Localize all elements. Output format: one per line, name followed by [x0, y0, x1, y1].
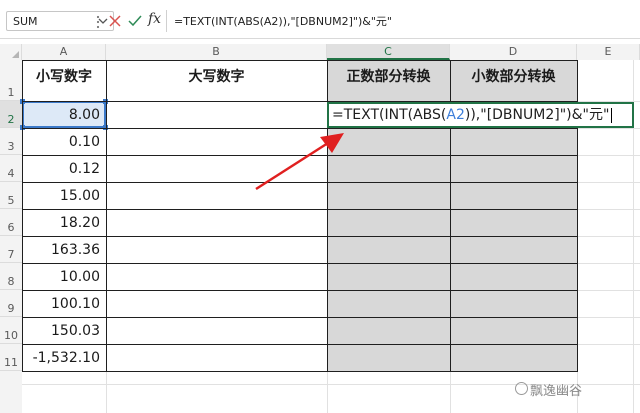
cell-a6[interactable]: 18.20 [22, 215, 106, 231]
check-icon[interactable] [127, 14, 143, 28]
more-options-icon[interactable] [96, 14, 100, 30]
watermark-logo-icon [515, 382, 528, 395]
cell-a9[interactable]: 100.10 [22, 296, 106, 312]
row-header-9[interactable]: 9 [0, 290, 22, 317]
header-cell-d1[interactable]: 小数部分转换 [450, 66, 577, 86]
header-cell-c1[interactable]: 正数部分转换 [327, 66, 450, 86]
column-header-d[interactable]: D [450, 44, 577, 60]
cancel-icon[interactable] [108, 14, 122, 28]
column-header-a[interactable]: A [22, 44, 106, 60]
column-header-b[interactable]: B [106, 44, 327, 60]
row-header-6[interactable]: 6 [0, 209, 22, 236]
column-header-c[interactable]: C [327, 44, 450, 60]
red-arrow-annotation [255, 133, 344, 191]
name-box-value: SUM [13, 15, 38, 28]
row-header-5[interactable]: 5 [0, 182, 22, 209]
gray-fill-cd [327, 128, 577, 371]
row-header-4[interactable]: 4 [0, 155, 22, 182]
header-cell-a1[interactable]: 小写数字 [22, 66, 106, 86]
row-header-7[interactable]: 7 [0, 236, 22, 263]
cell-a8[interactable]: 10.00 [22, 269, 106, 285]
row-header-10[interactable]: 10 [0, 317, 22, 344]
cell-a3[interactable]: 0.10 [22, 134, 106, 150]
column-header-e[interactable]: E [577, 44, 640, 60]
fx-icon[interactable]: fx [148, 11, 161, 27]
formula-part-1: =TEXT(INT(ABS( [332, 107, 447, 123]
watermark-text: 飘逸幽谷 [530, 384, 583, 399]
select-all-corner[interactable] [0, 44, 22, 60]
cell-a11[interactable]: -1,532.10 [22, 350, 106, 366]
cell-c2-editor[interactable]: =TEXT(INT(ABS(A2)),"[DBNUM2]")&"元" [327, 102, 634, 128]
row-header-3[interactable]: 3 [0, 128, 22, 155]
formula-divider [166, 10, 167, 32]
cell-a10[interactable]: 150.03 [22, 323, 106, 339]
text-caret [611, 107, 613, 123]
cell-a2[interactable]: 8.00 [22, 107, 106, 123]
formula-input[interactable]: =TEXT(INT(ABS(A2)),"[DBNUM2]")&"元" [174, 13, 392, 29]
formula-part-2: )),"[DBNUM2]")&"元" [464, 107, 610, 123]
cell-a5[interactable]: 15.00 [22, 188, 106, 204]
row-header-12[interactable] [0, 371, 22, 413]
row-header-2[interactable]: 2 [0, 101, 22, 128]
cell-a4[interactable]: 0.12 [22, 161, 106, 177]
row-header-1[interactable]: 1 [0, 60, 22, 101]
header-cell-b1[interactable]: 大写数字 [106, 66, 327, 86]
formula-ref-a2: A2 [446, 107, 465, 123]
row-header-8[interactable]: 8 [0, 263, 22, 290]
row-header-11[interactable]: 11 [0, 344, 22, 371]
cell-a7[interactable]: 163.36 [22, 242, 106, 258]
formula-bar: SUM fx =TEXT(INT(ABS(A2)),"[DBNUM2]")&"元… [0, 0, 640, 39]
